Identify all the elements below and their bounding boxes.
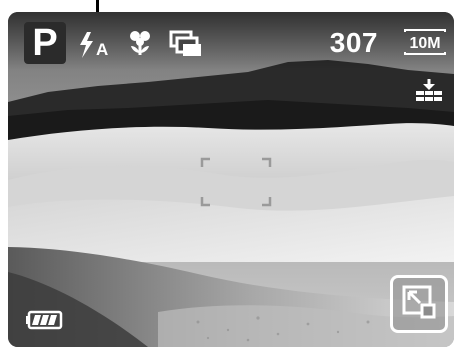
- flash-mode-label: A: [96, 40, 108, 59]
- expand-button[interactable]: [390, 275, 448, 333]
- status-bar: [8, 12, 454, 70]
- expand-arrow-icon: [402, 285, 436, 324]
- flash-auto-icon[interactable]: A: [78, 30, 118, 65]
- image-size-badge[interactable]: 10M: [404, 29, 446, 55]
- quality-stack-icon[interactable]: [414, 78, 444, 107]
- image-size-label: 10M: [409, 35, 440, 52]
- shots-remaining-count: 307: [329, 27, 378, 58]
- shooting-mode-badge[interactable]: P: [24, 22, 66, 64]
- focus-bracket-icon: [196, 155, 276, 216]
- battery-full-icon: [26, 310, 64, 335]
- continuous-shot-icon[interactable]: [169, 30, 203, 63]
- macro-flower-icon[interactable]: [125, 28, 155, 63]
- camera-lcd-screen: P A 307 10M: [8, 12, 454, 347]
